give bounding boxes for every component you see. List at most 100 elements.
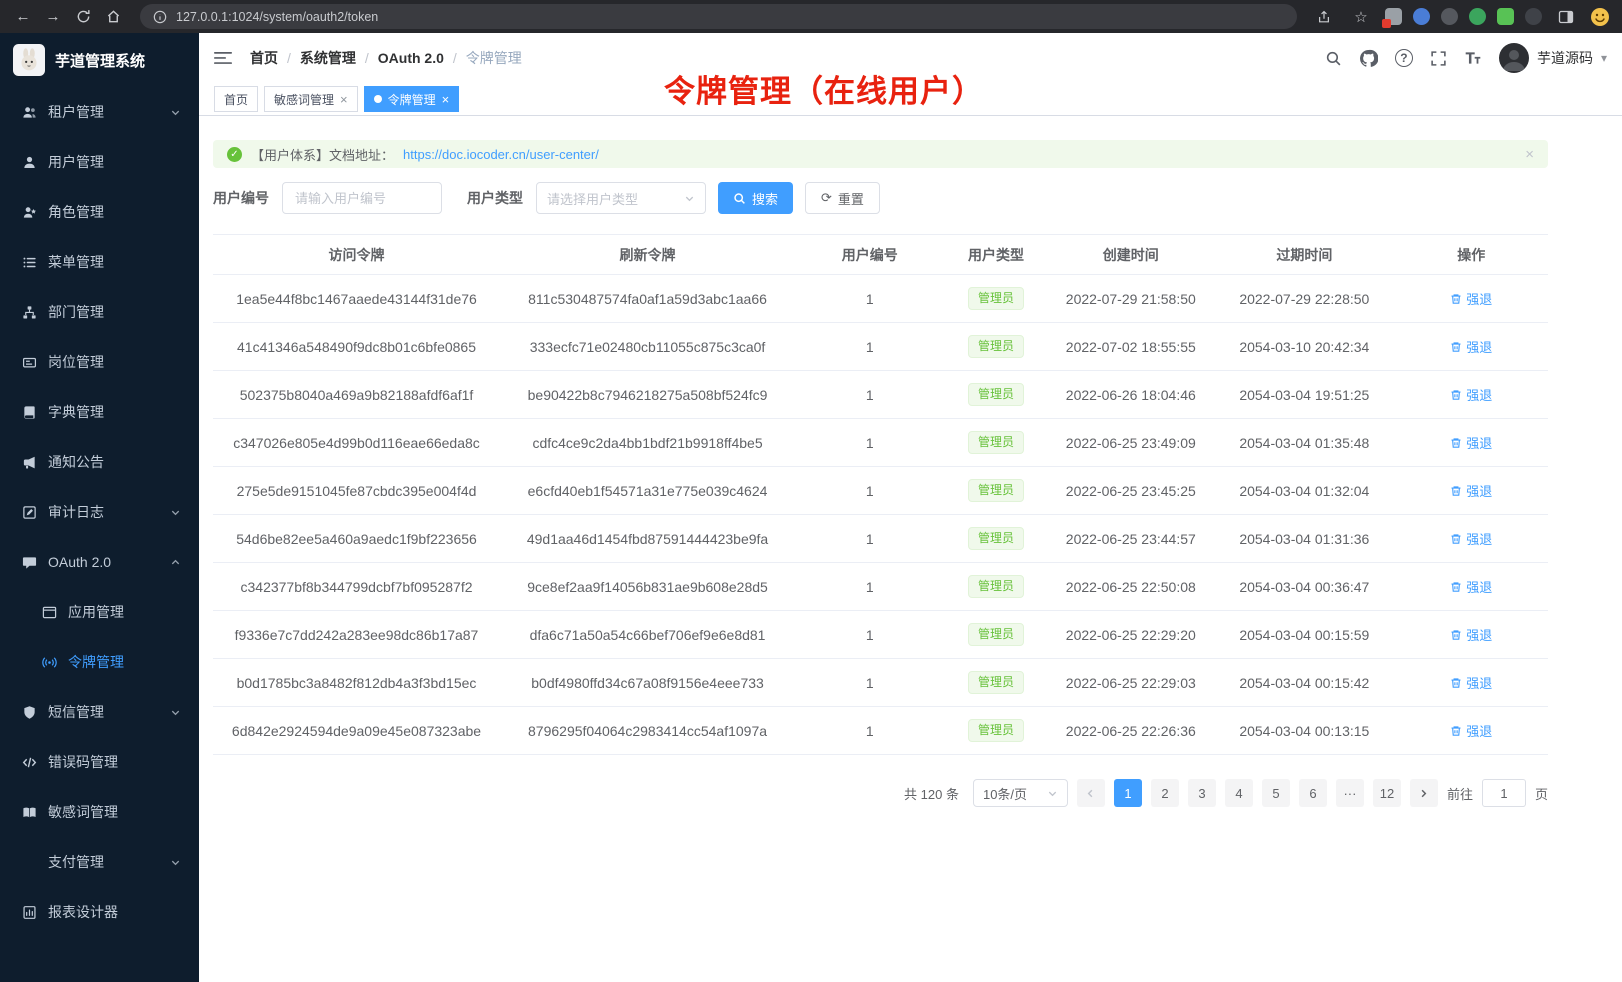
page-button-3[interactable]: 3 [1188, 779, 1216, 807]
force-logout-label: 强退 [1466, 577, 1492, 596]
force-logout-button[interactable]: 强退 [1450, 289, 1492, 308]
force-logout-button[interactable]: 强退 [1450, 481, 1492, 500]
font-size-button[interactable] [1464, 49, 1482, 67]
page-button-1[interactable]: 1 [1114, 779, 1142, 807]
force-logout-button[interactable]: 强退 [1450, 433, 1492, 452]
search-button[interactable] [1325, 50, 1342, 67]
sidebar-item-role[interactable]: 角色管理 [0, 187, 199, 237]
sidebar-item-notice[interactable]: 通知公告 [0, 437, 199, 487]
browser-home-icon[interactable] [100, 4, 126, 30]
admin-badge: 管理员 [968, 719, 1024, 741]
force-logout-button[interactable]: 强退 [1450, 385, 1492, 404]
cell-created-time: 2022-06-25 23:44:57 [1047, 515, 1214, 563]
sidebar-item-oauth-token[interactable]: 令牌管理 [0, 637, 199, 687]
user-menu[interactable]: 芋道源码 ▾ [1499, 43, 1607, 73]
github-button[interactable] [1359, 49, 1378, 68]
extension-icon-5[interactable] [1525, 8, 1542, 25]
force-logout-button[interactable]: 强退 [1450, 673, 1492, 692]
browser-forward-icon[interactable]: → [40, 4, 66, 30]
extension-badge [1382, 19, 1391, 28]
sidebar-item-dict[interactable]: 字典管理 [0, 387, 199, 437]
cell-expire-time: 2054-03-04 00:13:15 [1214, 707, 1394, 755]
browser-back-icon[interactable]: ← [10, 4, 36, 30]
sidebar-item-errorcode[interactable]: 错误码管理 [0, 737, 199, 787]
sidebar-item-oauth-app[interactable]: 应用管理 [0, 587, 199, 637]
sidebar-collapse-button[interactable] [214, 50, 232, 66]
sidebar-item-sensitive-word[interactable]: 敏感词管理 [0, 787, 199, 837]
extension-icon-3[interactable] [1441, 8, 1458, 25]
sidebar-item-label: 部门管理 [48, 302, 104, 322]
extensions-puzzle-icon[interactable] [1497, 8, 1514, 25]
cell-expire-time: 2054-03-10 20:42:34 [1214, 323, 1394, 371]
force-logout-button[interactable]: 强退 [1450, 625, 1492, 644]
force-logout-button[interactable]: 强退 [1450, 721, 1492, 740]
force-logout-button[interactable]: 强退 [1450, 577, 1492, 596]
url-bar[interactable]: 127.0.0.1:1024/system/oauth2/token [140, 4, 1297, 29]
sidebar-item-tenant[interactable]: 租户管理 [0, 87, 199, 137]
cell-access-token: 502375b8040a469a9b82188afdf6af1f [213, 371, 500, 419]
close-icon[interactable]: × [340, 93, 348, 106]
share-icon[interactable] [1311, 4, 1337, 30]
sidebar-item-post[interactable]: 岗位管理 [0, 337, 199, 387]
page-button-6[interactable]: 6 [1299, 779, 1327, 807]
sidebar-item-label: 字典管理 [48, 402, 104, 422]
user-type-select[interactable]: 请选择用户类型 [536, 182, 706, 214]
cell-refresh-token: be90422b8c7946218275a508bf524fc9 [500, 371, 795, 419]
page-button-2[interactable]: 2 [1151, 779, 1179, 807]
page-size-select[interactable]: 10条/页 [973, 779, 1068, 807]
sidebar-item-menu[interactable]: 菜单管理 [0, 237, 199, 287]
cell-created-time: 2022-06-25 23:45:25 [1047, 467, 1214, 515]
page-button-5[interactable]: 5 [1262, 779, 1290, 807]
bookmark-star-icon[interactable]: ☆ [1348, 4, 1374, 30]
sidebar-item-pay[interactable]: 支付管理 [0, 837, 199, 887]
cell-user-type: 管理员 [945, 659, 1048, 707]
page-button-4[interactable]: 4 [1225, 779, 1253, 807]
search-submit-button[interactable]: 搜索 [718, 182, 793, 214]
doc-link[interactable]: https://doc.iocoder.cn/user-center/ [403, 147, 599, 162]
fullscreen-button[interactable] [1430, 50, 1447, 67]
help-button[interactable]: ? [1395, 49, 1413, 67]
breadcrumb-home[interactable]: 首页 [250, 48, 278, 68]
tab-token-management[interactable]: 令牌管理 × [364, 86, 460, 112]
cell-user-id: 1 [795, 707, 945, 755]
token-broadcast-icon [42, 655, 57, 670]
tab-sensitive-word[interactable]: 敏感词管理 × [264, 86, 358, 112]
user-id-input[interactable] [282, 182, 442, 214]
table-row: f9336e7c7dd242a283ee98dc86b17a87 dfa6c71… [213, 611, 1548, 659]
next-page-button[interactable] [1410, 779, 1438, 807]
col-access-token: 访问令牌 [213, 235, 500, 275]
sidebar-item-audit-log[interactable]: 审计日志 [0, 487, 199, 537]
sidebar-item-dept[interactable]: 部门管理 [0, 287, 199, 337]
cell-expire-time: 2054-03-04 00:36:47 [1214, 563, 1394, 611]
reset-button[interactable]: ⟳ 重置 [805, 182, 880, 214]
goto-page-input[interactable] [1482, 779, 1526, 807]
trash-icon [1450, 293, 1462, 305]
force-logout-button[interactable]: 强退 [1450, 529, 1492, 548]
more-pages-button[interactable]: ··· [1336, 779, 1364, 807]
extension-icon-2[interactable] [1413, 8, 1430, 25]
prev-page-button[interactable] [1077, 779, 1105, 807]
sidebar-item-user[interactable]: 用户管理 [0, 137, 199, 187]
extension-icon-1[interactable] [1385, 8, 1402, 25]
close-icon[interactable]: × [442, 93, 450, 106]
browser-profile-avatar[interactable] [1590, 7, 1610, 27]
app-logo[interactable]: 芋道管理系统 [0, 33, 199, 87]
sidebar-item-oauth2[interactable]: OAuth 2.0 [0, 537, 199, 587]
force-logout-button[interactable]: 强退 [1450, 337, 1492, 356]
side-panel-icon[interactable] [1553, 4, 1579, 30]
post-badge-icon [22, 355, 37, 370]
alert-close-icon[interactable]: × [1525, 146, 1534, 163]
cell-user-type: 管理员 [945, 419, 1048, 467]
browser-reload-icon[interactable] [70, 4, 96, 30]
cell-actions: 强退 [1394, 611, 1548, 659]
sidebar-item-sms[interactable]: 短信管理 [0, 687, 199, 737]
page-button-12[interactable]: 12 [1373, 779, 1401, 807]
extension-icon-4[interactable] [1469, 8, 1486, 25]
app-window-icon [42, 605, 57, 620]
alert-text: 【用户体系】文档地址： [251, 145, 394, 164]
breadcrumb-oauth[interactable]: OAuth 2.0 [378, 50, 444, 66]
breadcrumb-system[interactable]: 系统管理 [300, 48, 356, 68]
sidebar-item-report-designer[interactable]: 报表设计器 [0, 887, 199, 937]
active-dot-icon [374, 95, 382, 103]
tab-home[interactable]: 首页 [214, 86, 258, 112]
